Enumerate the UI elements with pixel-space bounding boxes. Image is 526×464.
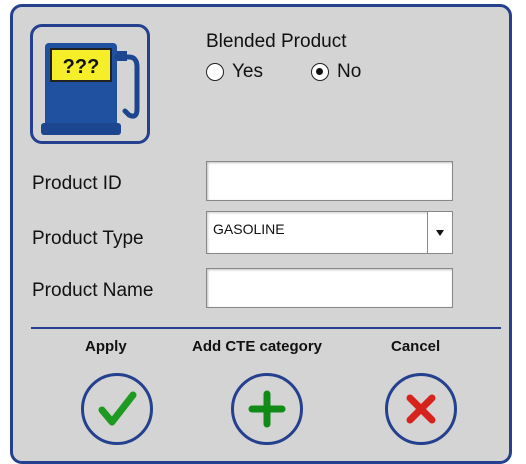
radio-no-label: No	[337, 61, 362, 82]
apply-label: Apply	[85, 338, 127, 355]
divider	[31, 327, 501, 329]
fuel-pump-icon: ???	[30, 24, 150, 144]
product-id-label: Product ID	[32, 173, 122, 194]
product-id-input[interactable]	[206, 161, 453, 201]
dropdown-arrow-icon[interactable]	[427, 212, 452, 253]
product-name-label: Product Name	[32, 280, 154, 301]
blended-product-label: Blended Product	[206, 31, 347, 52]
cancel-label: Cancel	[391, 338, 441, 355]
x-icon	[406, 394, 436, 424]
product-dialog: ??? Blended Product Yes No Product ID Pr…	[10, 4, 512, 464]
pump-sign-text: ???	[63, 56, 100, 78]
plus-icon	[248, 390, 286, 428]
product-type-label: Product Type	[32, 228, 144, 249]
product-type-value: GASOLINE	[213, 221, 285, 237]
add-cte-label: Add CTE category	[192, 338, 323, 355]
blended-no-radio[interactable]: No	[311, 59, 361, 85]
product-name-input[interactable]	[206, 268, 453, 308]
product-type-select[interactable]: GASOLINE	[206, 211, 453, 254]
apply-button[interactable]	[81, 373, 153, 445]
add-cte-category-button[interactable]	[231, 373, 303, 445]
checkmark-icon	[98, 391, 137, 426]
blended-yes-radio[interactable]: Yes	[206, 59, 263, 85]
radio-yes-indicator[interactable]	[206, 63, 224, 81]
radio-no-indicator[interactable]	[311, 63, 329, 81]
cancel-button[interactable]	[385, 373, 457, 445]
radio-yes-label: Yes	[232, 61, 263, 82]
